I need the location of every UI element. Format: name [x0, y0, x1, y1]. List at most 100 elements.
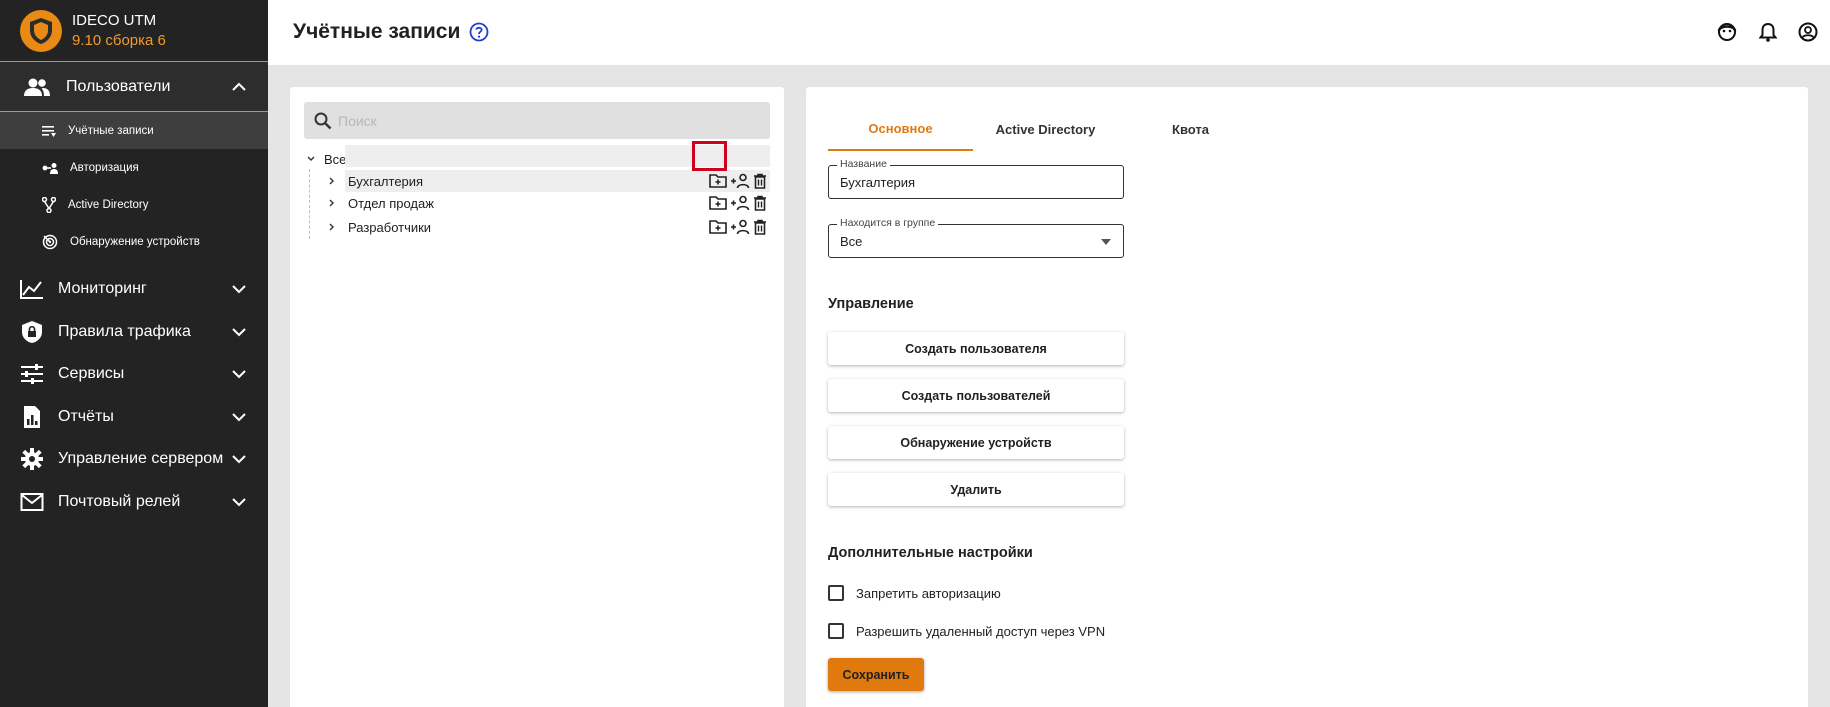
save-button[interactable]: Сохранить	[828, 658, 924, 691]
sidebar-item-label: Мониторинг	[58, 280, 147, 298]
highlight-box	[692, 141, 727, 171]
chevron-down-icon	[232, 370, 246, 379]
discover-devices-button[interactable]: Обнаружение устройств	[828, 426, 1124, 459]
tree-item-label: Разработчики	[348, 219, 432, 235]
tab-active-directory[interactable]: Active Directory	[973, 107, 1118, 151]
shield-lock-icon	[22, 320, 42, 343]
delete-button[interactable]: Удалить	[828, 473, 1124, 506]
sidebar-group-users[interactable]: Пользователи	[0, 61, 268, 112]
sidebar-item-label: Учётные записи	[68, 124, 154, 137]
management-section-title: Управление	[828, 296, 914, 312]
account-circle-icon[interactable]	[1798, 22, 1818, 42]
search-input[interactable]	[338, 112, 758, 129]
sidebar-item-traffic-rules[interactable]: Правила трафика	[0, 311, 268, 354]
trash-icon[interactable]	[753, 219, 767, 235]
gear-icon	[21, 448, 43, 471]
sidebar-item-mail-relay[interactable]: Почтовый релей	[0, 481, 268, 524]
sidebar-item-server-management[interactable]: Управление сервером	[0, 438, 268, 481]
sidebar-item-authorization[interactable]: Авторизация	[0, 149, 268, 186]
sidebar: IDECO UTM 9.10 сборка 6 Пользователи Учё…	[0, 0, 268, 707]
deny-auth-row[interactable]: Запретить авторизацию	[828, 585, 1001, 601]
sidebar-item-services[interactable]: Сервисы	[0, 353, 268, 396]
chevron-right-icon[interactable]	[327, 198, 337, 208]
tabs: Основное Active Directory Квота	[828, 107, 1263, 151]
help-icon[interactable]	[469, 22, 489, 42]
add-user-icon[interactable]	[730, 219, 750, 235]
users-icon	[24, 78, 50, 96]
search-box[interactable]	[304, 102, 770, 139]
parent-group-label: Находится в группе	[837, 217, 939, 229]
tree-item-developers[interactable]: Разработчики	[329, 216, 770, 238]
add-folder-icon[interactable]	[709, 195, 727, 211]
add-folder-icon[interactable]	[709, 219, 727, 235]
group-form-panel: Основное Active Directory Квота Название…	[806, 87, 1808, 707]
sidebar-item-device-discovery[interactable]: Обнаружение устройств	[0, 223, 268, 260]
allow-vpn-checkbox[interactable]	[828, 623, 844, 639]
name-field-value: Бухгалтерия	[840, 175, 916, 190]
tree-item-label: Бухгалтерия	[348, 173, 424, 189]
chart-line-icon	[20, 280, 43, 300]
deny-auth-checkbox[interactable]	[828, 585, 844, 601]
chevron-down-icon	[232, 328, 246, 337]
sidebar-item-label: Сервисы	[58, 365, 125, 383]
brand-version: 9.10 сборка 6	[72, 31, 166, 49]
brand-name: IDECO UTM	[72, 11, 157, 29]
trash-icon[interactable]	[753, 173, 767, 189]
chevron-down-icon[interactable]	[306, 155, 316, 163]
sidebar-item-label: Управление сервером	[58, 450, 224, 468]
sidebar-group-label: Пользователи	[66, 77, 171, 95]
chevron-right-icon[interactable]	[327, 176, 337, 186]
key-user-icon	[42, 162, 58, 174]
sidebar-item-reports[interactable]: Отчёты	[0, 396, 268, 439]
dropdown-arrow-icon	[1101, 239, 1111, 245]
radar-icon	[42, 234, 58, 249]
name-field[interactable]: Название Бухгалтерия	[828, 158, 1124, 199]
sidebar-item-active-directory[interactable]: Active Directory	[0, 186, 268, 223]
sidebar-item-accounts[interactable]: Учётные записи	[0, 112, 268, 149]
extra-settings-title: Дополнительные настройки	[828, 545, 1033, 561]
tree-root-label: Все	[324, 151, 347, 167]
search-icon	[314, 112, 332, 129]
create-users-button[interactable]: Создать пользователей	[828, 379, 1124, 412]
parent-group-select[interactable]: Находится в группе Все	[828, 217, 1124, 258]
add-user-icon[interactable]	[730, 195, 750, 211]
sidebar-item-label: Авторизация	[70, 161, 139, 174]
tree-item-label: Отдел продаж	[348, 195, 434, 211]
create-user-button[interactable]: Создать пользователя	[828, 332, 1124, 365]
deny-auth-label: Запретить авторизацию	[856, 585, 1001, 601]
list-icon	[42, 125, 56, 137]
sidebar-item-label: Active Directory	[68, 198, 149, 211]
report-icon	[24, 405, 40, 428]
sidebar-item-label: Отчёты	[58, 407, 114, 425]
fork-icon	[42, 196, 56, 213]
sidebar-item-label: Обнаружение устройств	[70, 235, 200, 248]
sidebar-item-monitoring[interactable]: Мониторинг	[0, 268, 268, 311]
tree-guide-line	[309, 169, 310, 239]
add-user-icon[interactable]	[730, 173, 750, 189]
chevron-down-icon	[232, 285, 246, 294]
allow-vpn-row[interactable]: Разрешить удаленный доступ через VPN	[828, 623, 1105, 639]
chevron-right-icon[interactable]	[327, 222, 337, 232]
parent-group-value: Все	[840, 234, 863, 249]
sliders-icon	[21, 364, 43, 385]
mail-icon	[20, 492, 44, 511]
chevron-down-icon	[232, 455, 246, 464]
allow-vpn-label: Разрешить удаленный доступ через VPN	[856, 623, 1106, 639]
support-agent-icon[interactable]	[1717, 22, 1737, 42]
bell-icon[interactable]	[1759, 22, 1777, 42]
page-title: Учётные записи	[293, 20, 461, 43]
tree-item-accounting[interactable]: Бухгалтерия	[329, 170, 770, 192]
tab-quota[interactable]: Квота	[1118, 107, 1263, 151]
header: Учётные записи	[268, 0, 1830, 65]
chevron-down-icon	[232, 498, 246, 507]
sidebar-item-label: Правила трафика	[58, 322, 191, 340]
tree-item-sales[interactable]: Отдел продаж	[329, 192, 770, 214]
tab-main[interactable]: Основное	[828, 107, 973, 151]
trash-icon[interactable]	[753, 195, 767, 211]
chevron-down-icon	[232, 413, 246, 422]
add-folder-icon[interactable]	[709, 173, 727, 189]
chevron-up-icon	[232, 82, 246, 91]
name-field-label: Название	[837, 158, 890, 170]
shield-logo-icon	[20, 9, 62, 52]
sidebar-item-label: Почтовый релей	[58, 492, 181, 510]
